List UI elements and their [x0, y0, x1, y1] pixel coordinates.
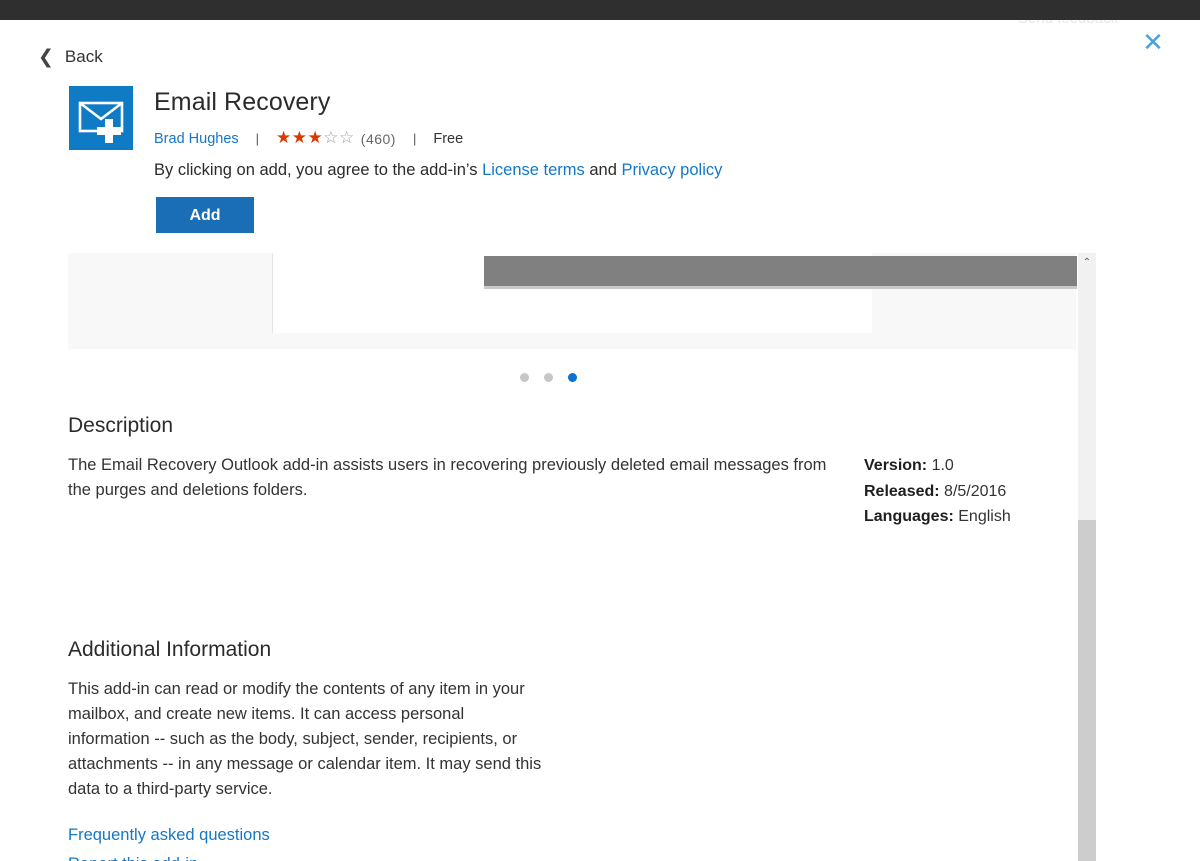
description-heading: Description: [68, 414, 174, 437]
screenshot-carousel[interactable]: [68, 253, 1077, 349]
consent-text: By clicking on add, you agree to the add…: [154, 161, 722, 180]
email-recovery-addin-icon: [69, 86, 133, 150]
consent-prefix: By clicking on add, you agree to the add…: [154, 161, 483, 179]
addin-details-dialog: ✕ ❮ Back Email Recovery Brad Hughes | ★ …: [0, 20, 1200, 861]
version-value: 1.0: [927, 457, 954, 474]
scroll-up-arrow-icon[interactable]: ⌃: [1078, 253, 1096, 271]
add-button[interactable]: Add: [156, 197, 254, 234]
addin-details-list: Version: 1.0 Released: 8/5/2016 Language…: [864, 453, 1011, 530]
page-title: Email Recovery: [154, 88, 331, 116]
released-row: Released: 8/5/2016: [864, 479, 1011, 505]
meta-separator-2: |: [412, 131, 417, 146]
carousel-dot-2[interactable]: [543, 373, 553, 382]
version-row: Version: 1.0: [864, 453, 1011, 479]
scrollbar-thumb[interactable]: [1078, 520, 1096, 861]
privacy-policy-link[interactable]: Privacy policy: [622, 161, 723, 179]
additional-information-heading: Additional Information: [68, 638, 272, 661]
carousel-dots: [0, 373, 1096, 382]
report-addin-link[interactable]: Report this add-in: [68, 850, 270, 861]
star-3-icon: ★: [307, 128, 324, 148]
languages-label: Languages:: [864, 508, 954, 525]
publisher-link[interactable]: Brad Hughes: [154, 131, 239, 147]
rating-stars: ★ ★ ★ ☆ ☆ (460): [276, 130, 396, 147]
screenshot-image[interactable]: [272, 253, 1077, 333]
faq-link[interactable]: Frequently asked questions: [68, 821, 270, 850]
star-4-icon: ☆: [323, 128, 340, 148]
additional-information-body: This add-in can read or modify the conte…: [68, 680, 542, 798]
back-button-label: Back: [64, 47, 103, 66]
rating-count: (460): [360, 130, 396, 147]
description-body: The Email Recovery Outlook add-in assist…: [68, 456, 827, 499]
released-value: 8/5/2016: [939, 482, 1007, 500]
released-label: Released:: [864, 482, 940, 500]
languages-row: Languages: English: [864, 504, 1011, 530]
carousel-dot-1[interactable]: [519, 373, 529, 382]
details-scroll-area: Description The Email Recovery Outlook a…: [0, 233, 1096, 861]
chevron-left-icon: ❮: [38, 45, 54, 68]
price-label: Free: [433, 130, 464, 147]
meta-separator-1: |: [255, 131, 260, 146]
screen: 1. Sign in to https://outlook.live.com 2…: [0, 0, 1200, 861]
vertical-scrollbar[interactable]: ⌃: [1078, 253, 1096, 861]
version-label: Version:: [864, 457, 928, 474]
star-2-icon: ★: [291, 128, 308, 148]
screenshot-gray-band: [484, 256, 1077, 286]
languages-value: English: [953, 508, 1011, 525]
footer-links: Frequently asked questions Report this a…: [68, 821, 270, 861]
screenshot-band-shadow: [484, 286, 1077, 289]
star-1-icon: ★: [276, 128, 292, 148]
consent-conjunction: and: [584, 161, 622, 179]
close-icon[interactable]: ✕: [1138, 28, 1168, 58]
window-chrome-bar: [0, 0, 1200, 20]
star-5-icon: ☆: [339, 128, 355, 148]
back-button[interactable]: ❮ Back: [38, 47, 103, 67]
carousel-dot-3[interactable]: [567, 373, 577, 382]
addin-meta-row: Brad Hughes | ★ ★ ★ ☆ ☆ (460) | Free: [154, 130, 463, 147]
license-terms-link[interactable]: License terms: [482, 161, 585, 179]
